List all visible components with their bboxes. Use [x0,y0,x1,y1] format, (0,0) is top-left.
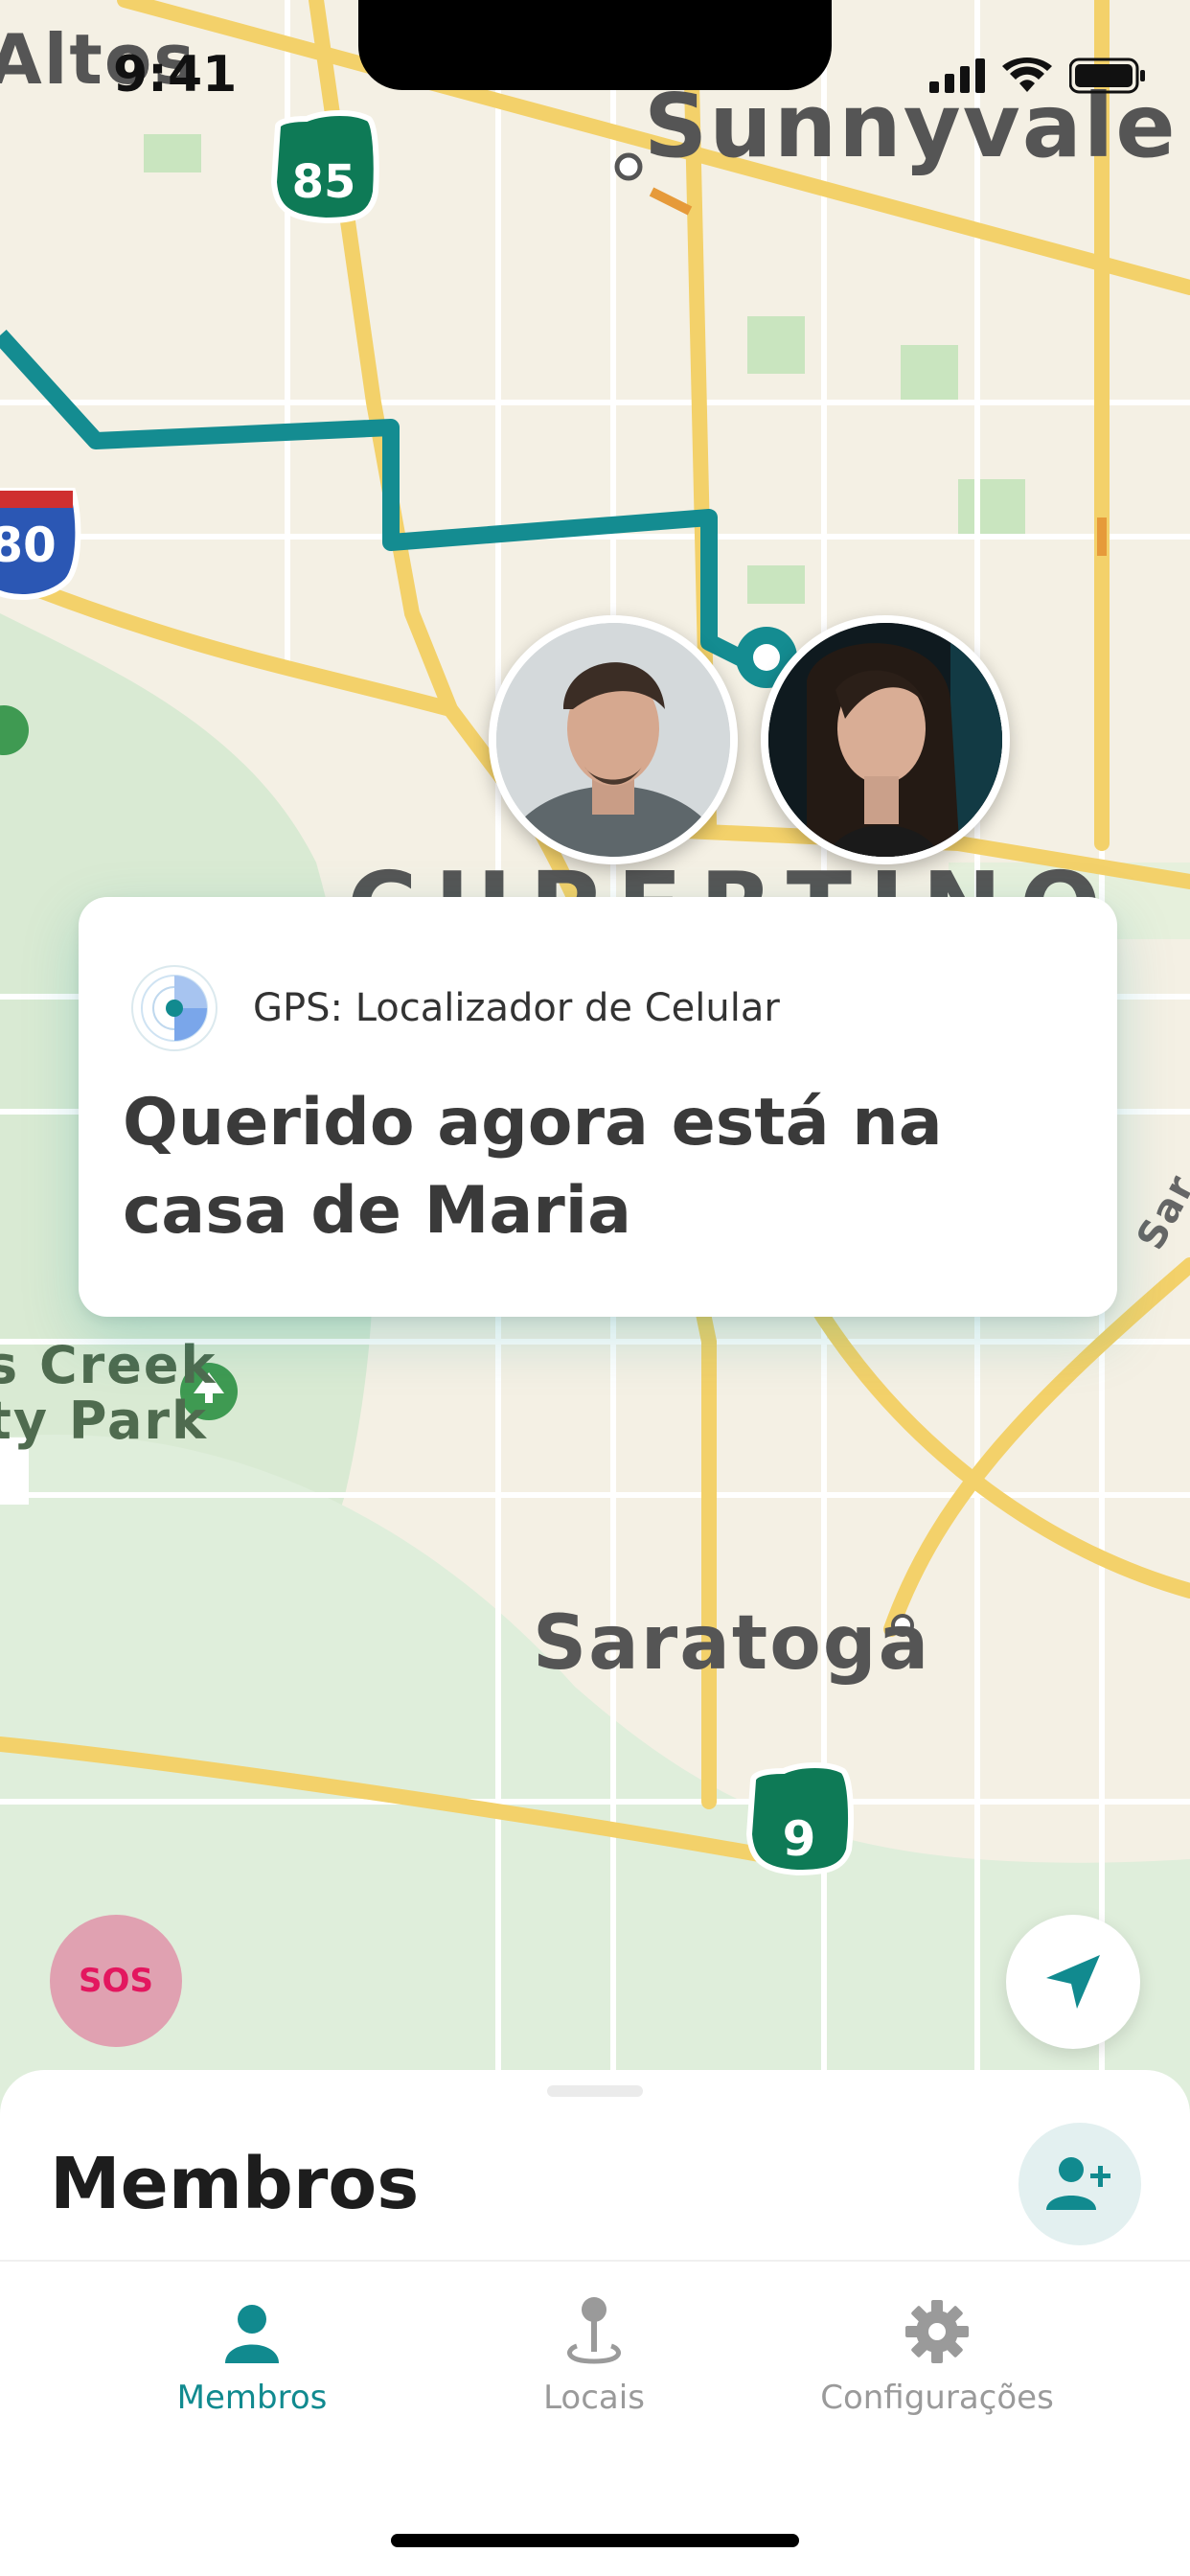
avatar-photo [768,623,1002,857]
status-icons [929,58,1146,94]
svg-text:9: 9 [783,1811,816,1867]
home-indicator[interactable] [391,2534,799,2547]
tab-membros[interactable]: Membros [99,2288,405,2417]
device-notch [358,0,832,90]
status-bar: 9:41 [0,0,1190,144]
gear-icon [905,2300,969,2363]
sheet-title: Membros [50,2143,420,2225]
tab-configuracoes[interactable]: Configurações [784,2288,1090,2417]
member-avatar[interactable] [489,615,738,864]
radar-app-icon [131,965,217,1051]
battery-icon [1069,58,1145,94]
sheet-grabber[interactable] [547,2085,643,2097]
person-icon [225,2305,279,2363]
status-time: 9:41 [113,46,238,104]
member-avatar[interactable] [761,615,1010,864]
avatar-photo [496,623,730,857]
notification-message: Querido agora está na casa de Maria [123,1085,943,1249]
tab-label: Locais [543,2379,645,2417]
notification-app-row: GPS: Localizador de Celular [128,962,780,1054]
notification-app-name: GPS: Localizador de Celular [253,986,780,1030]
locate-me-button[interactable] [1006,1915,1140,2049]
tab-label: Configurações [820,2379,1054,2417]
notification-card[interactable]: GPS: Localizador de Celular Querido agor… [79,897,1117,1317]
signal-icon [929,58,985,93]
svg-text:85: 85 [292,155,356,209]
map-label-city: Saratoga [533,1600,931,1687]
sos-button[interactable]: SOS [50,1915,182,2047]
tabbar-divider [0,2260,1190,2262]
wifi-icon [1002,58,1052,92]
add-member-button[interactable] [1018,2123,1141,2245]
add-person-icon [1046,2157,1110,2210]
navigation-arrow-icon [1046,1955,1100,2009]
tab-label: Membros [176,2379,328,2417]
tab-locais[interactable]: Locais [441,2288,747,2417]
svg-text:80: 80 [0,518,57,573]
location-pin-icon [567,2297,621,2364]
members-sheet[interactable]: Membros Membros Locais Configurações [0,2070,1190,2576]
map-label-park: s Creek ty Park [0,1335,217,1451]
